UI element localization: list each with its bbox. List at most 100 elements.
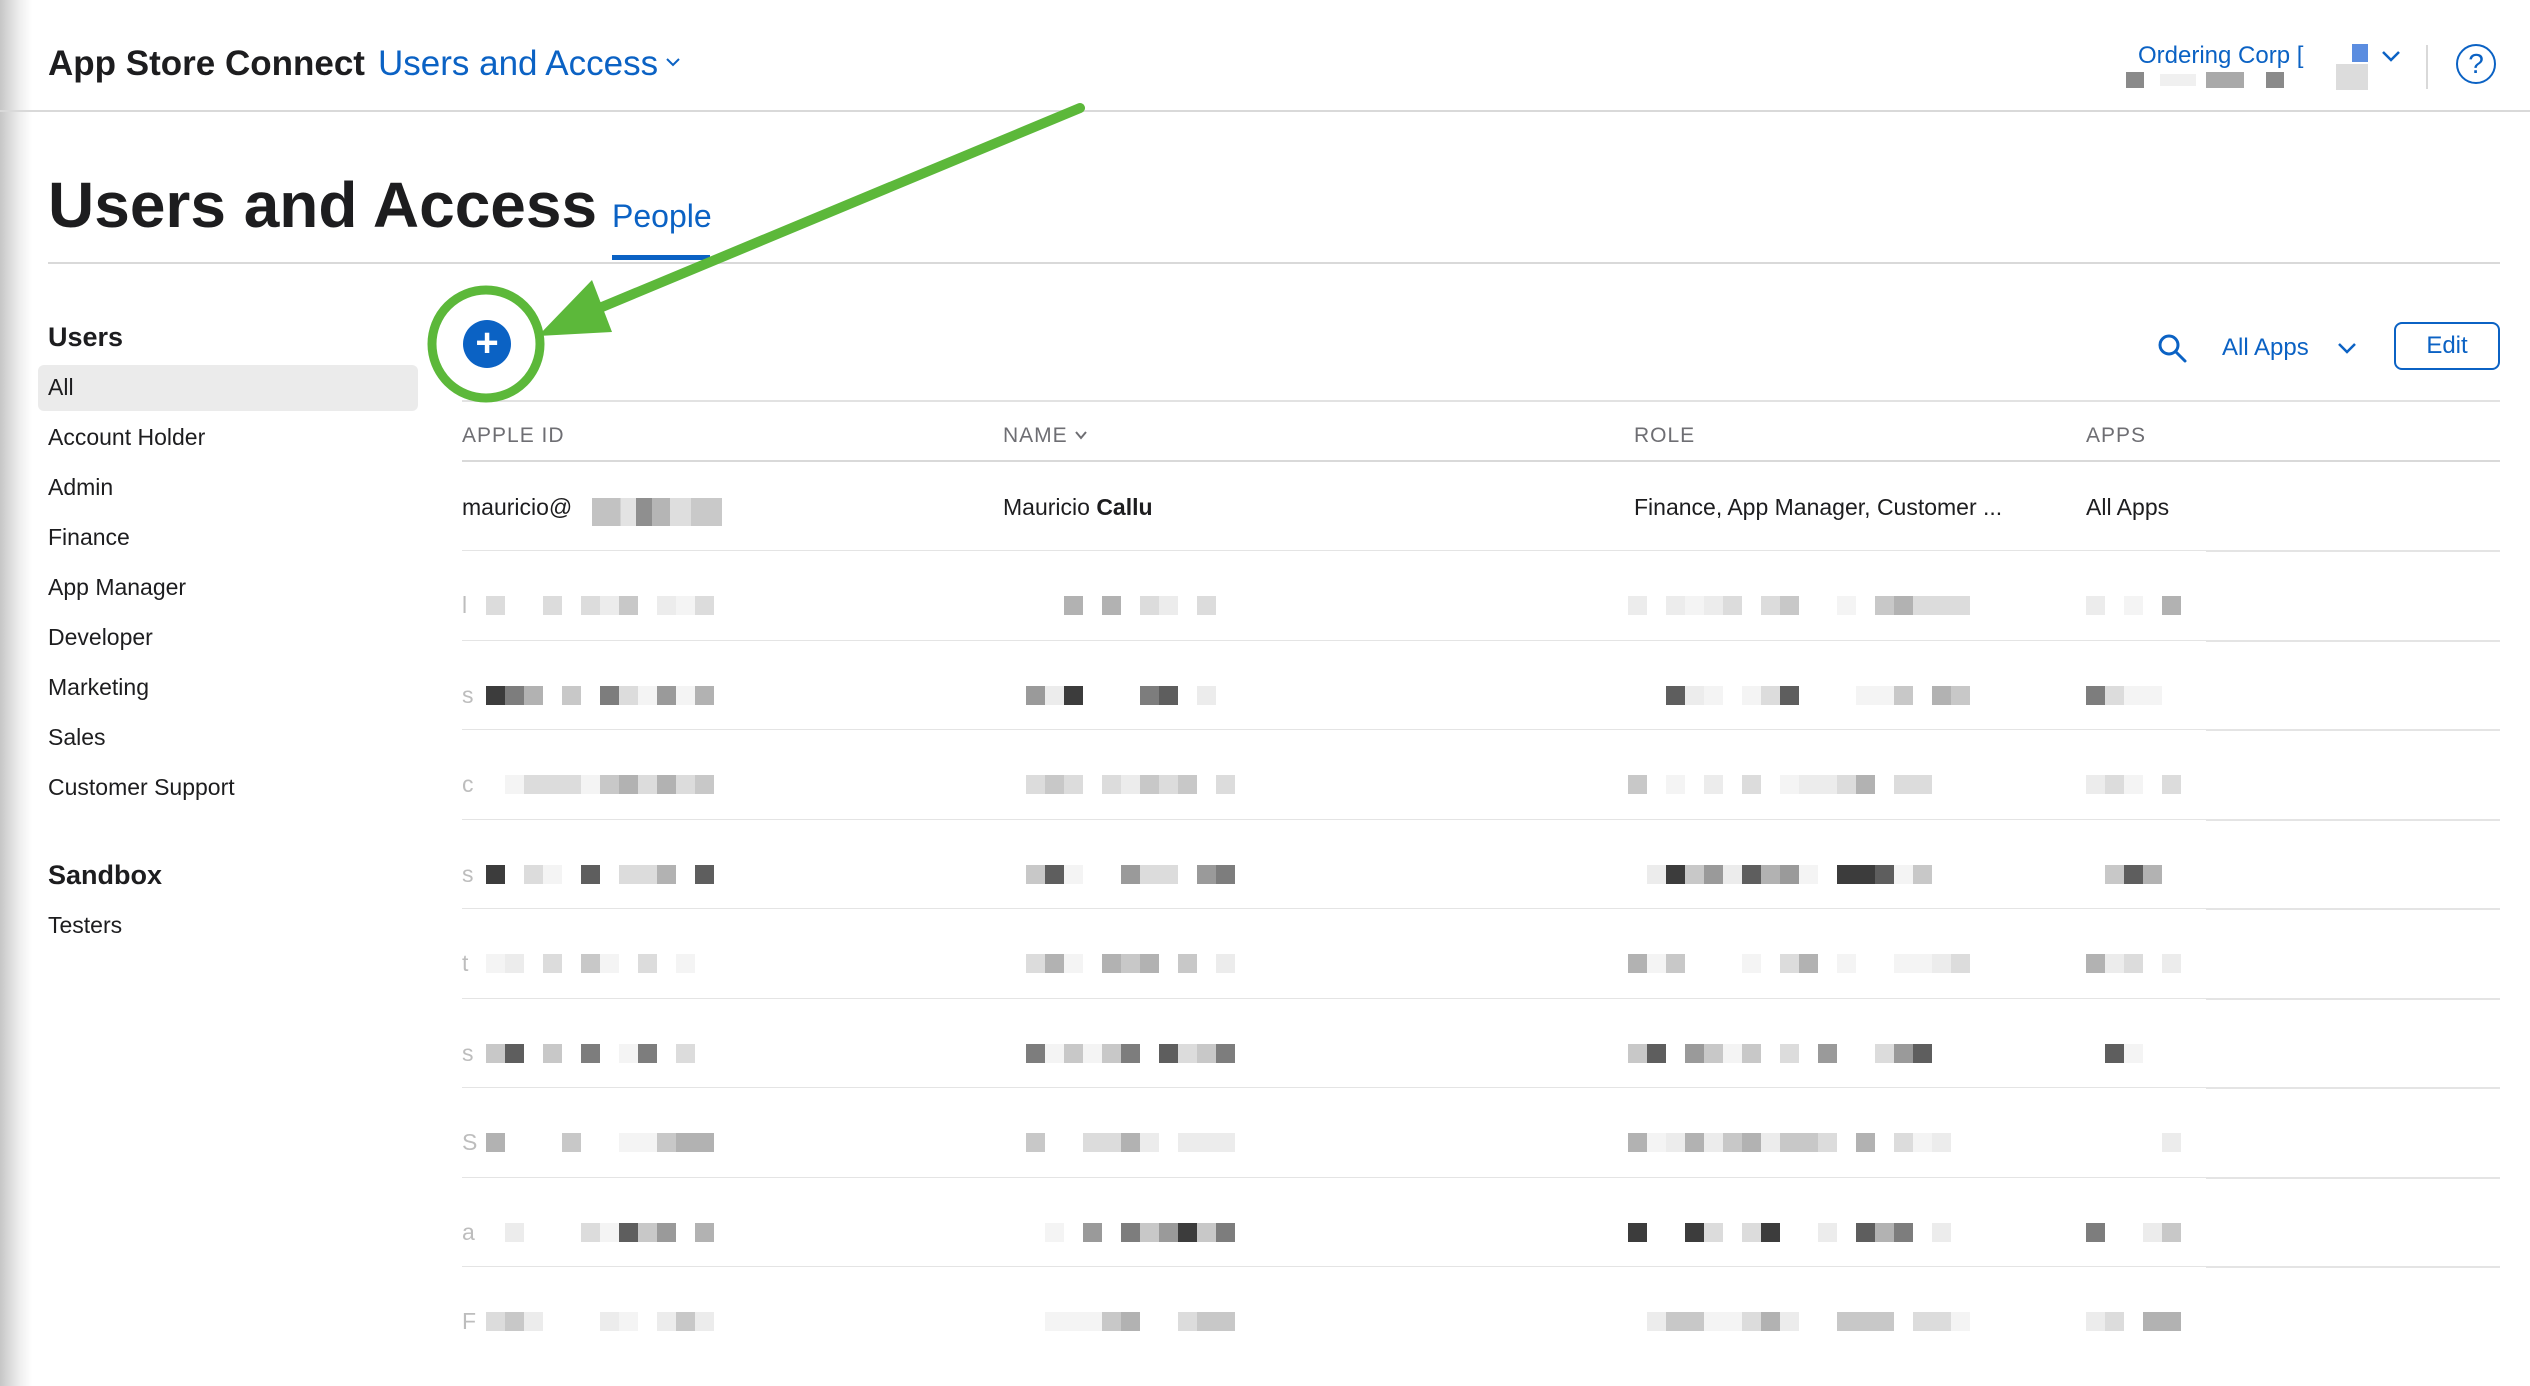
redacted-pixel — [1216, 1133, 1235, 1152]
redacted-pixel — [619, 775, 638, 794]
redacted-pixel — [1140, 596, 1159, 615]
redacted-pixel — [1894, 865, 1913, 884]
redacted-pixel — [1894, 1223, 1913, 1242]
redacted-pixel — [657, 686, 676, 705]
row-divider — [2206, 819, 2500, 821]
column-header-role[interactable]: ROLE — [1634, 424, 1695, 448]
tab-people[interactable]: People — [612, 198, 712, 235]
redacted-pixel — [619, 686, 638, 705]
sidebar-item-finance[interactable]: Finance — [48, 524, 130, 551]
redacted-pixel — [562, 686, 581, 705]
search-icon[interactable] — [2156, 332, 2188, 364]
redacted-pixel — [1666, 954, 1685, 973]
redacted-pixel — [1216, 1044, 1235, 1063]
redacted-initial: F — [462, 1308, 477, 1334]
sidebar-item-developer[interactable]: Developer — [48, 624, 153, 651]
redacted-pixel — [1026, 775, 1045, 794]
help-icon[interactable]: ? — [2456, 44, 2496, 84]
redacted-pixel — [695, 865, 714, 884]
redacted-pixel — [2162, 1133, 2181, 1152]
redacted-pixel — [1140, 954, 1159, 973]
sidebar-item-admin[interactable]: Admin — [48, 474, 113, 501]
redacted-pixel — [2162, 1223, 2181, 1242]
redacted-pixel — [1742, 686, 1761, 705]
redacted-pixel — [1647, 954, 1666, 973]
redacted-pixel — [1685, 1133, 1704, 1152]
redacted-pixel — [1216, 865, 1235, 884]
redacted-pixel — [1102, 1312, 1121, 1331]
redacted-pixel — [1856, 686, 1875, 705]
redacted-account-block — [2126, 72, 2144, 88]
redacted-pixel — [2086, 954, 2105, 973]
redacted-pixel — [543, 865, 562, 884]
redacted-pixel — [638, 865, 657, 884]
column-header-apps[interactable]: APPS — [2086, 424, 2146, 448]
redacted-pixel — [1780, 596, 1799, 615]
redacted-pixel — [1140, 1133, 1159, 1152]
redacted-pixel — [1102, 596, 1121, 615]
redacted-pixel — [2105, 954, 2124, 973]
redacted-pixel — [1704, 1312, 1723, 1331]
redacted-pixel — [1742, 1044, 1761, 1063]
app-brand[interactable]: App Store Connect — [48, 44, 365, 84]
column-header-name[interactable]: NAME — [1003, 424, 1068, 448]
redacted-pixel — [638, 1044, 657, 1063]
redacted-pixel — [1159, 596, 1178, 615]
redacted-pixel — [486, 865, 505, 884]
redacted-pixel — [1913, 1044, 1932, 1063]
redacted-pixel — [1216, 954, 1235, 973]
sidebar-item-app-manager[interactable]: App Manager — [48, 574, 186, 601]
redacted-pixel — [1666, 686, 1685, 705]
redacted-pixel — [1159, 686, 1178, 705]
table-header-divider — [462, 460, 2500, 462]
redacted-pixel — [1102, 954, 1121, 973]
section-switcher[interactable]: Users and Access — [378, 44, 658, 84]
redacted-pixel — [638, 686, 657, 705]
chevron-down-icon[interactable] — [2336, 340, 2358, 356]
redacted-pixel — [1761, 865, 1780, 884]
redacted-pixel — [1856, 1133, 1875, 1152]
redacted-pixel — [486, 1312, 505, 1331]
redacted-pixel — [1121, 865, 1140, 884]
sidebar-item-testers[interactable]: Testers — [48, 912, 122, 939]
redacted-pixel — [562, 1133, 581, 1152]
redacted-pixel — [1628, 1044, 1647, 1063]
sidebar-item-account-holder[interactable]: Account Holder — [48, 424, 205, 451]
redacted-pixel — [695, 686, 714, 705]
sort-chevron-down-icon[interactable] — [1074, 430, 1088, 440]
redacted-pixel — [1799, 954, 1818, 973]
sidebar-item-all[interactable]: All — [48, 374, 74, 401]
add-user-button[interactable]: + — [463, 320, 511, 368]
redacted-pixel — [600, 954, 619, 973]
cell-apps: All Apps — [2086, 494, 2170, 520]
column-header-apple-id[interactable]: APPLE ID — [462, 424, 565, 448]
redacted-pixel — [1178, 775, 1197, 794]
redacted-pixel — [638, 775, 657, 794]
redacted-pixel — [543, 954, 562, 973]
sidebar-item-customer-support[interactable]: Customer Support — [48, 774, 235, 801]
account-menu[interactable]: Ordering Corp [ — [2138, 42, 2303, 70]
edit-button[interactable]: Edit — [2394, 322, 2500, 370]
redacted-pixel — [1875, 1044, 1894, 1063]
redacted-pixel — [1875, 1223, 1894, 1242]
name-last: Callu — [1096, 494, 1153, 520]
sidebar-item-sales[interactable]: Sales — [48, 724, 106, 751]
redacted-pixel — [1704, 1223, 1723, 1242]
redacted-pixel — [1647, 865, 1666, 884]
redacted-pixel — [1856, 1223, 1875, 1242]
apps-filter-dropdown[interactable]: All Apps — [2222, 334, 2309, 362]
redacted-pixel — [486, 954, 505, 973]
redacted-pixel — [1932, 686, 1951, 705]
redacted-pixel — [1799, 1133, 1818, 1152]
row-divider — [2206, 998, 2500, 1000]
row-divider — [2206, 550, 2500, 552]
redacted-pixel — [1723, 1312, 1742, 1331]
chevron-down-icon[interactable] — [2380, 48, 2402, 64]
redacted-pixel — [1704, 1133, 1723, 1152]
redacted-account-block — [2352, 44, 2368, 62]
redacted-pixel — [1045, 1044, 1064, 1063]
redacted-pixel — [676, 596, 695, 615]
chevron-down-icon[interactable] — [664, 53, 682, 71]
sidebar-item-marketing[interactable]: Marketing — [48, 674, 149, 701]
redacted-pixel — [1647, 1133, 1666, 1152]
